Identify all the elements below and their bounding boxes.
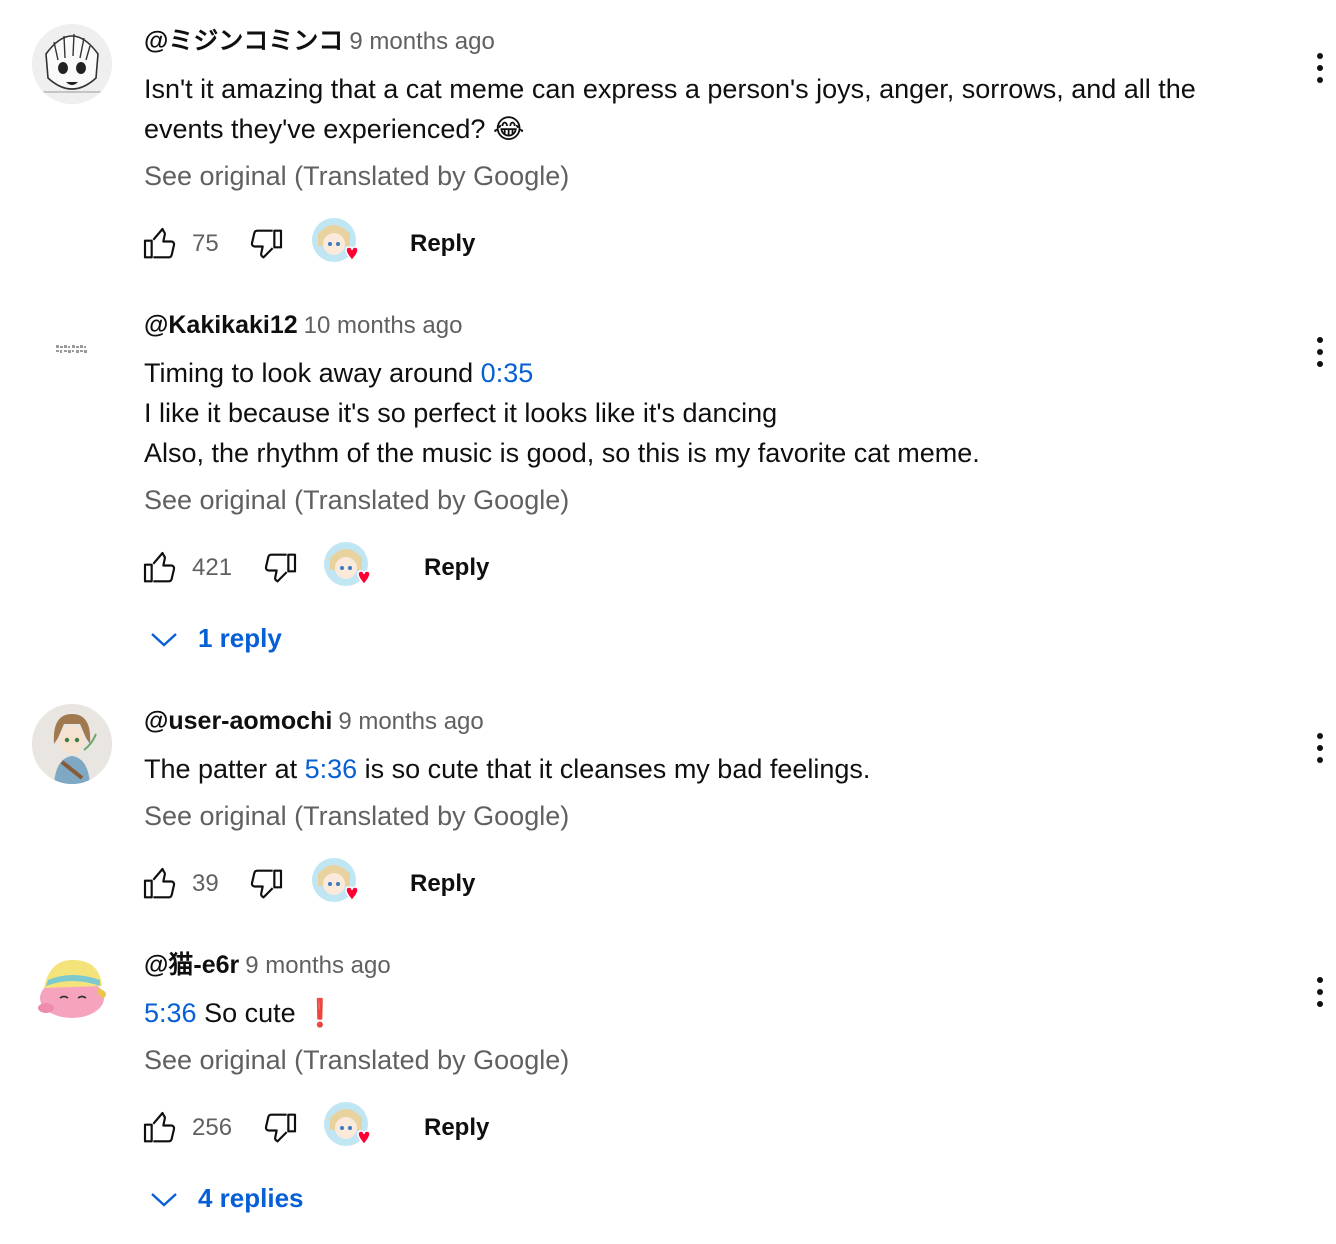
comment-text-line: I like it because it's so perfect it loo…: [144, 393, 1216, 433]
comment-actions: 256 Reply: [143, 1096, 1216, 1160]
replies-count-label: 4 replies: [198, 1183, 304, 1213]
view-replies-button[interactable]: 4 replies: [150, 1178, 304, 1218]
timestamp-link[interactable]: 0:35: [481, 358, 534, 388]
comment-time[interactable]: 9 months ago: [245, 952, 390, 979]
avatar[interactable]: [32, 704, 112, 784]
comment-text-segment: So cute ❗: [196, 998, 337, 1028]
author-name[interactable]: @user-aomochi: [144, 707, 332, 735]
comment-text: 5:36 So cute ❗: [144, 993, 1216, 1033]
comment-header: @猫-e6r 9 months ago: [144, 948, 1216, 982]
comment-text: Isn't it amazing that a cat meme can exp…: [144, 69, 1216, 149]
creator-heart-icon: [312, 218, 359, 262]
creator-heart-icon: [324, 542, 371, 586]
thumbs-up-icon[interactable]: [140, 864, 180, 904]
chevron-down-icon: [151, 633, 177, 647]
thumbs-up-icon[interactable]: [140, 1108, 180, 1148]
comment-header: @ミジンコミンコ 9 months ago: [144, 24, 1216, 58]
replies-count-label: 1 reply: [198, 623, 282, 653]
comment-text-segment: Timing to look away around: [144, 358, 481, 388]
thumbs-down-icon[interactable]: [246, 864, 286, 904]
thumbs-up-icon[interactable]: [140, 224, 180, 264]
author-name[interactable]: @ミジンコミンコ: [144, 27, 343, 55]
comment-time[interactable]: 10 months ago: [304, 312, 463, 339]
comment-text: Timing to look away around 0:35 I like it…: [144, 353, 1216, 473]
comment-text-line: events they've experienced? 😂: [144, 109, 1216, 149]
comment-text-segment: is so cute that it cleanses my bad feeli…: [357, 754, 871, 784]
thumbs-down-icon[interactable]: [246, 224, 286, 264]
comment-text-line: 5:36 So cute ❗: [144, 993, 1216, 1033]
comment-body: @Kakikaki12 10 months ago Timing to look …: [143, 308, 1216, 600]
comment-text-segment: events they've experienced? 😂: [144, 114, 525, 144]
comment-text-line: Isn't it amazing that a cat meme can exp…: [144, 69, 1216, 109]
more-actions-icon[interactable]: [1310, 50, 1330, 90]
see-original-link[interactable]: See original (Translated by Google): [144, 796, 1216, 836]
anime-character-icon: [32, 704, 112, 784]
reply-button[interactable]: Reply: [424, 1108, 489, 1148]
thumbs-down-icon[interactable]: [260, 1108, 300, 1148]
like-count: 75: [192, 230, 219, 257]
creator-heart-icon: [324, 1102, 371, 1146]
view-replies-button[interactable]: 1 reply: [150, 618, 282, 658]
like-count: 39: [192, 870, 219, 897]
comment-text-segment: Also, the rhythm of the music is good, s…: [144, 438, 980, 468]
comment-actions: 39 Reply: [143, 852, 1216, 916]
see-original-link[interactable]: See original (Translated by Google): [144, 1040, 1216, 1080]
comment-actions: 421 Reply: [143, 536, 1216, 600]
pink-kirby-icon: [32, 948, 112, 1028]
more-actions-icon[interactable]: [1310, 974, 1330, 1014]
comment-text-segment: I like it because it's so perfect it loo…: [144, 398, 778, 428]
avatar[interactable]: [32, 308, 112, 388]
more-actions-icon[interactable]: [1310, 730, 1330, 770]
like-count: 256: [192, 1114, 233, 1141]
comment-body: @user-aomochi 9 months ago The patter at …: [143, 704, 1216, 916]
comment-header: @user-aomochi 9 months ago: [144, 704, 1216, 738]
avatar[interactable]: [32, 24, 112, 104]
see-original-link[interactable]: See original (Translated by Google): [144, 480, 1216, 520]
comment-time[interactable]: 9 months ago: [338, 708, 483, 735]
comment-text: The patter at 5:36 is so cute that it cl…: [144, 749, 1216, 789]
comment-text-segment: The patter at: [144, 754, 305, 784]
timestamp-link[interactable]: 5:36: [305, 754, 358, 784]
timestamp-link[interactable]: 5:36: [144, 998, 197, 1028]
comment-time[interactable]: 9 months ago: [349, 28, 494, 55]
comment-header: @Kakikaki12 10 months ago: [144, 308, 1216, 342]
comment-text-line: The patter at 5:36 is so cute that it cl…: [144, 749, 1216, 789]
pixel-text-icon: [32, 308, 112, 388]
author-name[interactable]: @Kakikaki12: [144, 311, 298, 339]
like-count: 421: [192, 554, 233, 581]
more-actions-icon[interactable]: [1310, 334, 1330, 374]
avatar[interactable]: [32, 948, 112, 1028]
see-original-link[interactable]: See original (Translated by Google): [144, 156, 1216, 196]
comment-text-line: Timing to look away around 0:35: [144, 353, 1216, 393]
comment-text-line: Also, the rhythm of the music is good, s…: [144, 433, 1216, 473]
sketch-face-icon: [32, 24, 112, 104]
comment-actions: 75 Reply: [143, 212, 1216, 276]
thumbs-down-icon[interactable]: [260, 548, 300, 588]
author-name[interactable]: @猫-e6r: [144, 951, 239, 979]
comment-body: @猫-e6r 9 months ago 5:36 So cute ❗ See or…: [143, 948, 1216, 1160]
comment-body: @ミジンコミンコ 9 months ago Isn't it amazing th…: [143, 24, 1216, 276]
reply-button[interactable]: Reply: [424, 548, 489, 588]
chevron-down-icon: [151, 1193, 177, 1207]
thumbs-up-icon[interactable]: [140, 548, 180, 588]
reply-button[interactable]: Reply: [410, 224, 475, 264]
reply-button[interactable]: Reply: [410, 864, 475, 904]
creator-heart-icon: [312, 858, 359, 902]
comment-text-segment: Isn't it amazing that a cat meme can exp…: [144, 74, 1196, 104]
